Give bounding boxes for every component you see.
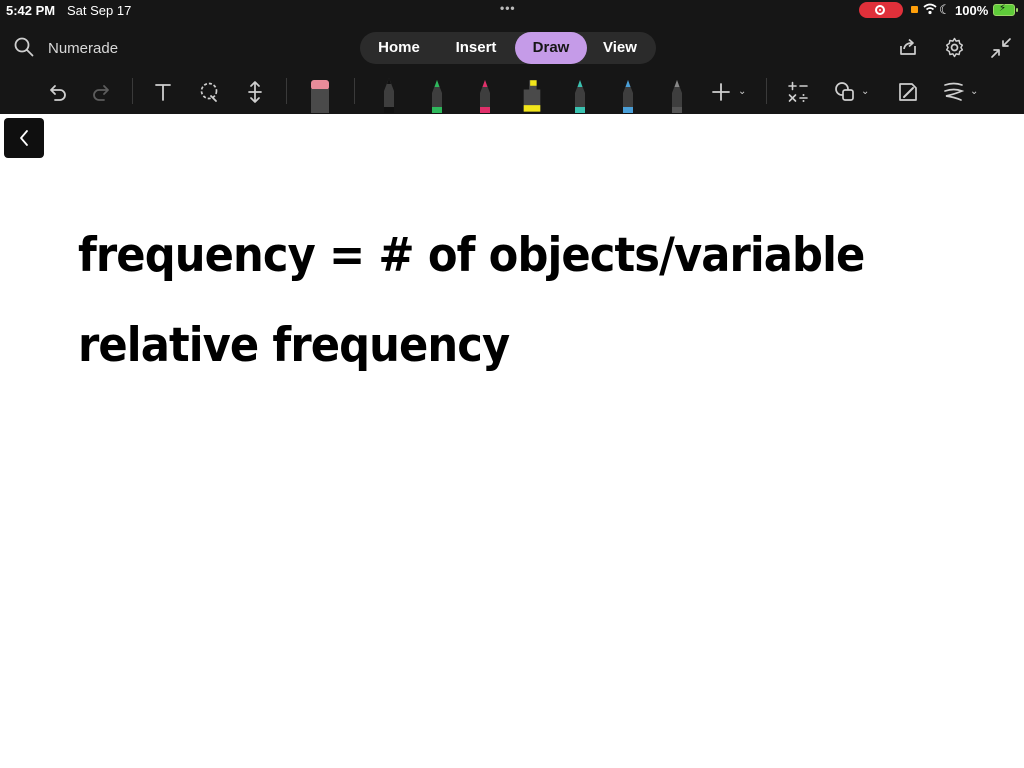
- handwritten-line: frequency = # of objects/variable: [78, 228, 865, 283]
- settings-gear-icon[interactable]: [944, 37, 965, 58]
- yellow-highlighter-icon[interactable]: [520, 77, 544, 113]
- wifi-icon: [923, 3, 937, 15]
- app-title[interactable]: Numerade: [48, 40, 118, 57]
- tab-home[interactable]: Home: [366, 32, 432, 64]
- green-pen-icon[interactable]: [425, 77, 449, 113]
- search-icon[interactable]: [14, 37, 34, 57]
- record-icon: [875, 5, 885, 15]
- blue-pen-icon[interactable]: [616, 77, 640, 113]
- redo-icon[interactable]: [91, 81, 113, 103]
- collapse-arrows-icon[interactable]: [990, 37, 1012, 59]
- teal-pen-icon[interactable]: [568, 77, 592, 113]
- tab-view[interactable]: View: [588, 32, 652, 64]
- line-style-icon[interactable]: [942, 80, 966, 104]
- toolbar-divider: [286, 78, 287, 104]
- gray-pen-icon[interactable]: [665, 77, 689, 113]
- black-pen-icon[interactable]: [377, 77, 401, 113]
- pink-pen-icon[interactable]: [473, 77, 497, 113]
- status-bar: 5:42 PM Sat Sep 17 ••• ☾ 100% ⚡: [0, 0, 1024, 22]
- undo-icon[interactable]: [46, 81, 68, 103]
- ribbon-tabs: Home Insert Draw View: [360, 32, 656, 64]
- line-style-dropdown-caret-icon[interactable]: ⌄: [970, 86, 978, 97]
- back-button[interactable]: [4, 118, 44, 158]
- ink-to-shape-icon[interactable]: [896, 80, 920, 104]
- tab-insert[interactable]: Insert: [440, 32, 512, 64]
- eraser-icon[interactable]: [308, 77, 332, 113]
- shapes-dropdown-caret-icon[interactable]: ⌄: [861, 86, 869, 97]
- microphone-indicator-icon: [911, 6, 918, 13]
- toolbar-divider: [766, 78, 767, 104]
- lasso-select-icon[interactable]: [198, 81, 220, 103]
- screen-recording-indicator[interactable]: [859, 2, 903, 18]
- status-time: 5:42 PM: [6, 3, 56, 18]
- app-toolbar: 5:42 PM Sat Sep 17 ••• ☾ 100% ⚡ Numerade…: [0, 0, 1024, 114]
- do-not-disturb-icon: ☾: [939, 2, 951, 17]
- toolbar-divider: [132, 78, 133, 104]
- toolbar-divider: [354, 78, 355, 104]
- text-icon[interactable]: [153, 82, 173, 102]
- math-icon[interactable]: [786, 80, 810, 104]
- drawing-canvas[interactable]: [0, 114, 1024, 768]
- share-icon[interactable]: [897, 37, 919, 57]
- add-pen-icon[interactable]: [711, 82, 731, 102]
- insert-space-icon[interactable]: [245, 80, 265, 104]
- battery-icon: ⚡: [993, 3, 1018, 16]
- shapes-icon[interactable]: [833, 80, 857, 104]
- status-date: Sat Sep 17: [67, 3, 132, 18]
- chevron-left-icon: [20, 130, 28, 146]
- tab-draw[interactable]: Draw: [515, 32, 587, 64]
- handwritten-line: relative frequency: [78, 318, 510, 373]
- battery-percent: 100%: [955, 3, 989, 18]
- multitasking-dots-icon[interactable]: •••: [500, 1, 516, 15]
- add-pen-dropdown-caret-icon[interactable]: ⌄: [738, 86, 746, 97]
